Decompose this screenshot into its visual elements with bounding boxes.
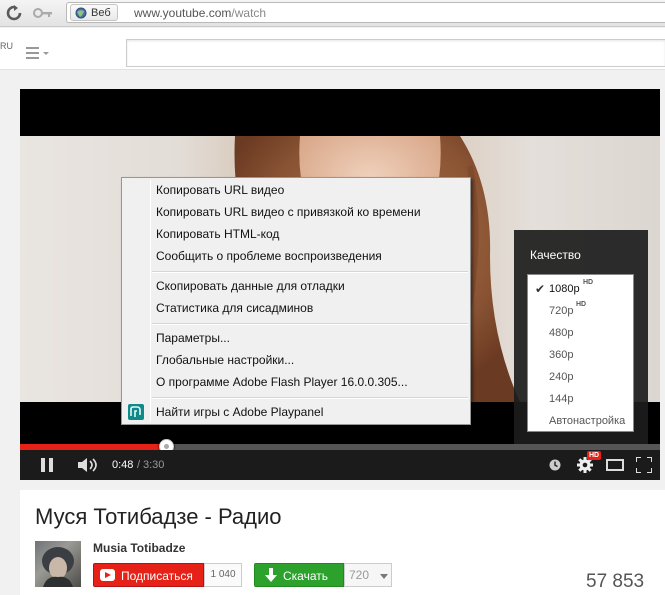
channel-name[interactable]: Musia Totibadze [93, 541, 185, 555]
time-separator: / [137, 459, 141, 471]
quality-label: 240p [549, 371, 574, 383]
hd-badge: HD [587, 451, 602, 460]
time-current: 0:48 [112, 459, 134, 471]
menu-item-about-flash[interactable]: О программе Adobe Flash Player 16.0.0.30… [156, 375, 408, 389]
quality-option-auto[interactable]: Автонастройка [528, 410, 633, 432]
menu-item-settings[interactable]: Параметры... [156, 331, 230, 345]
locale-label: RU [0, 41, 13, 51]
quality-label: 1080p [549, 283, 580, 295]
pause-icon[interactable] [40, 458, 54, 472]
hd-badge: HD [583, 279, 594, 286]
subscribe-label: Подписаться [121, 569, 193, 583]
playpanel-icon [128, 404, 144, 420]
theater-mode-icon[interactable] [606, 459, 624, 471]
guide-menu-icon[interactable] [26, 47, 50, 59]
fullscreen-icon[interactable] [636, 457, 652, 473]
quality-options: ✔ 1080p HD 720p HD 480p 360p 240p 144p А… [527, 274, 634, 432]
quality-label: 360p [549, 349, 574, 361]
reload-icon[interactable] [6, 5, 22, 21]
menu-separator [152, 271, 468, 273]
menu-item-global-settings[interactable]: Глобальные настройки... [156, 353, 294, 367]
subscriber-count: 1 040 [204, 563, 242, 587]
video-info-card: Муся Тотибадзе - Радио Musia Totibadze П… [20, 490, 665, 595]
quality-title: Качество [530, 248, 581, 262]
view-count: 57 853 [586, 571, 645, 592]
video-title: Муся Тотибадзе - Радио [35, 504, 282, 529]
address-bar[interactable]: Веб www.youtube.com/watch [66, 2, 665, 23]
browser-toolbar: Веб www.youtube.com/watch [0, 0, 665, 27]
quality-option-240p[interactable]: 240p [528, 366, 633, 388]
check-icon: ✔ [535, 282, 546, 296]
quality-option-144p[interactable]: 144p [528, 388, 633, 410]
menu-item-copy-url-time[interactable]: Копировать URL видео с привязкой ко врем… [156, 205, 421, 219]
download-arrow-icon [265, 568, 277, 582]
web-label: Веб [91, 6, 111, 19]
quality-label: Автонастройка [549, 415, 626, 427]
channel-avatar[interactable] [35, 541, 81, 587]
download-quality-select[interactable]: 720 [344, 563, 392, 587]
quality-option-720p[interactable]: 720p HD [528, 300, 633, 322]
youtube-header: RU [0, 28, 665, 70]
quality-label: 720p [549, 305, 574, 317]
menu-gutter [150, 180, 151, 422]
globe-icon [75, 7, 87, 18]
download-quality-value: 720 [349, 568, 370, 582]
flash-context-menu: Копировать URL видео Копировать URL виде… [121, 177, 471, 425]
hd-badge: HD [576, 301, 587, 308]
url-path: /watch [231, 6, 267, 20]
quality-menu: Качество ✔ 1080p HD 720p HD 480p 360p 24… [514, 230, 648, 444]
download-label: Скачать [283, 569, 328, 583]
search-input[interactable] [126, 39, 665, 67]
web-site-badge[interactable]: Веб [70, 4, 118, 21]
key-icon[interactable] [33, 6, 53, 20]
volume-icon[interactable] [78, 458, 100, 472]
menu-item-stats-nerds[interactable]: Статистика для сисадминов [156, 301, 313, 315]
download-button[interactable]: Скачать [254, 563, 344, 587]
url-text[interactable]: www.youtube.com/watch [134, 6, 266, 20]
subscribe-button[interactable]: Подписаться [93, 563, 204, 587]
chevron-down-icon [380, 574, 388, 579]
player-controls: 0:48 / 3:30 HD [20, 450, 660, 480]
quality-label: 480p [549, 327, 574, 339]
menu-item-copy-debug[interactable]: Скопировать данные для отладки [156, 279, 345, 293]
menu-item-copy-html[interactable]: Копировать HTML-код [156, 227, 279, 241]
watch-later-icon[interactable] [549, 459, 561, 471]
menu-item-playpanel[interactable]: Найти игры с Adobe Playpanel [156, 405, 323, 419]
youtube-play-icon [100, 569, 115, 581]
quality-option-480p[interactable]: 480p [528, 322, 633, 344]
menu-separator [152, 323, 468, 325]
quality-option-1080p[interactable]: ✔ 1080p HD [528, 278, 633, 300]
menu-item-report-problem[interactable]: Сообщить о проблеме воспроизведения [156, 249, 382, 263]
menu-separator [152, 397, 468, 399]
menu-item-copy-url[interactable]: Копировать URL видео [156, 183, 284, 197]
quality-label: 144p [549, 393, 574, 405]
quality-option-360p[interactable]: 360p [528, 344, 633, 366]
time-duration: 3:30 [143, 459, 165, 471]
url-host: www.youtube.com [134, 6, 232, 20]
